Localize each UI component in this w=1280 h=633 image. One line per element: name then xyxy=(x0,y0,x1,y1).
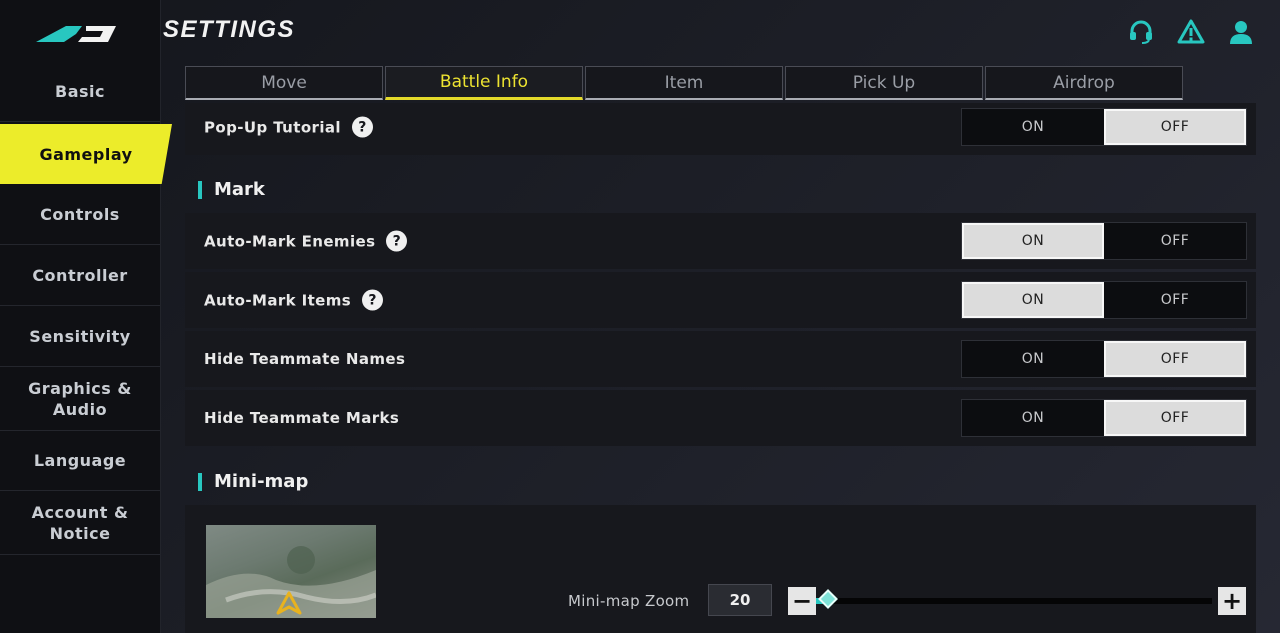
sidebar-item-sensitivity[interactable]: Sensitivity xyxy=(0,307,160,367)
toggle-off-option[interactable]: OFF xyxy=(1104,341,1246,377)
minimap-zoom-label: Mini-map Zoom xyxy=(568,592,690,610)
game-logo xyxy=(36,26,116,42)
zoom-decrease-button[interactable]: − xyxy=(788,587,816,615)
toggle-on-option[interactable]: ON xyxy=(962,223,1104,259)
toggle-auto-mark-enemies: ON OFF xyxy=(961,222,1247,260)
setting-label: Hide Teammate Marks xyxy=(204,409,400,427)
minimap-preview xyxy=(206,525,376,618)
setting-row-hide-teammate-names: Hide Teammate Names ON OFF xyxy=(185,331,1256,387)
toggle-off-option[interactable]: OFF xyxy=(1104,282,1246,318)
toggle-on-option[interactable]: ON xyxy=(962,400,1104,436)
setting-row-auto-mark-items: Auto-Mark Items ? ON OFF xyxy=(185,272,1256,328)
sidebar-item-account-notice[interactable]: Account & Notice xyxy=(0,492,160,555)
sidebar-item-language[interactable]: Language xyxy=(0,431,160,491)
minimap-panel: Mini-map Zoom 20 − + xyxy=(185,505,1256,633)
sidebar-item-controls[interactable]: Controls xyxy=(0,185,160,245)
sidebar-item-graphics-audio[interactable]: Graphics & Audio xyxy=(0,368,160,431)
help-icon[interactable]: ? xyxy=(351,116,373,138)
toggle-on-option[interactable]: ON xyxy=(962,109,1104,145)
sidebar-item-basic[interactable]: Basic xyxy=(0,62,160,122)
setting-row-auto-mark-enemies: Auto-Mark Enemies ? ON OFF xyxy=(185,213,1256,269)
tab-item[interactable]: Item xyxy=(585,66,783,100)
tab-pick-up[interactable]: Pick Up xyxy=(785,66,983,100)
sidebar-item-controller[interactable]: Controller xyxy=(0,246,160,306)
toggle-auto-mark-items: ON OFF xyxy=(961,281,1247,319)
setting-label: Auto-Mark Enemies xyxy=(204,232,376,250)
page-title: SETTINGS xyxy=(163,16,296,43)
section-heading-minimap: Mini-map xyxy=(198,473,308,491)
section-heading-mark: Mark xyxy=(198,181,265,199)
warning-icon[interactable] xyxy=(1176,18,1206,46)
help-icon[interactable]: ? xyxy=(362,289,384,311)
tab-bar: Move Battle Info Item Pick Up Airdrop xyxy=(185,66,1185,100)
setting-row-hide-teammate-marks: Hide Teammate Marks ON OFF xyxy=(185,390,1256,446)
setting-row-popup-tutorial: Pop-Up Tutorial ? ON OFF xyxy=(185,103,1256,155)
minimap-zoom-slider[interactable] xyxy=(816,589,1212,609)
toggle-hide-teammate-marks: ON OFF xyxy=(961,399,1247,437)
toggle-on-option[interactable]: ON xyxy=(962,341,1104,377)
slider-handle[interactable] xyxy=(818,589,838,609)
sidebar: Basic Gameplay Controls Controller Sensi… xyxy=(0,0,172,633)
toggle-popup-tutorial: ON OFF xyxy=(961,108,1247,146)
toggle-off-option[interactable]: OFF xyxy=(1104,223,1246,259)
sidebar-item-gameplay[interactable]: Gameplay xyxy=(0,124,172,184)
user-icon[interactable] xyxy=(1226,18,1256,46)
toggle-on-option[interactable]: ON xyxy=(962,282,1104,318)
zoom-increase-button[interactable]: + xyxy=(1218,587,1246,615)
help-icon[interactable]: ? xyxy=(386,230,408,252)
toggle-hide-teammate-names: ON OFF xyxy=(961,340,1247,378)
top-icon-bar xyxy=(1126,18,1256,46)
minimap-zoom-value[interactable]: 20 xyxy=(708,584,772,616)
toggle-off-option[interactable]: OFF xyxy=(1104,400,1246,436)
tab-airdrop[interactable]: Airdrop xyxy=(985,66,1183,100)
setting-label: Auto-Mark Items xyxy=(204,291,352,309)
setting-label: Pop-Up Tutorial xyxy=(204,118,341,136)
headset-icon[interactable] xyxy=(1126,18,1156,46)
tab-battle-info[interactable]: Battle Info xyxy=(385,66,583,100)
tab-move[interactable]: Move xyxy=(185,66,383,100)
setting-label: Hide Teammate Names xyxy=(204,350,406,368)
toggle-off-option[interactable]: OFF xyxy=(1104,109,1246,145)
